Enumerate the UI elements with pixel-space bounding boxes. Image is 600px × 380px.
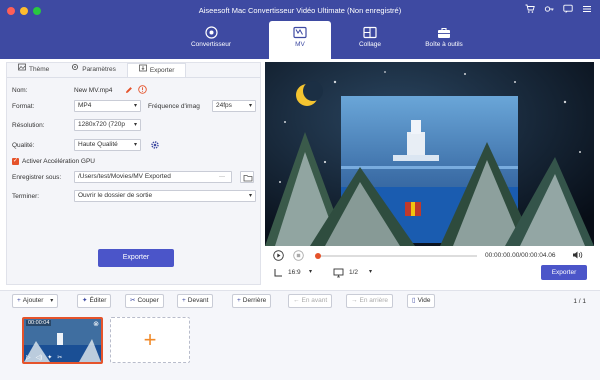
- arrow-left-icon: ←: [293, 297, 300, 304]
- title-bar: Aiseesoft Mac Convertisseur Vidéo Ultima…: [0, 0, 600, 21]
- aspect-ratio-icon: [273, 268, 283, 280]
- add-button[interactable]: + Ajouter ▾: [12, 294, 59, 308]
- scissors-icon: ✂: [130, 297, 136, 304]
- clip-duration: 00:00:04: [26, 320, 52, 326]
- close-icon[interactable]: ⊗: [93, 320, 99, 328]
- subtab-theme[interactable]: Thème: [7, 63, 60, 77]
- export-settings-panel: Thème Paramètres Exporter Nom: New MV.mp…: [6, 62, 261, 285]
- player-controls: 00:00:00.00/00:00:04.06 16:9 ▾ 1/2 ▾ Exp…: [265, 246, 594, 285]
- save-label: Enregistrer sous:: [12, 174, 62, 181]
- chevron-down-icon: ▾: [248, 103, 252, 109]
- time-display: 00:00:00.00/00:00:04.06: [485, 252, 556, 259]
- tab-boite-a-outils[interactable]: Boîte à outils: [409, 21, 479, 59]
- chevron-down-icon[interactable]: ▾: [309, 268, 312, 275]
- titlebar-icons: [525, 4, 592, 16]
- tab-collage[interactable]: Collage: [339, 21, 401, 59]
- subtab-parametres[interactable]: Paramètres: [60, 63, 127, 77]
- app-title: Aiseesoft Mac Convertisseur Vidéo Ultima…: [198, 6, 402, 15]
- resolution-label: Résolution:: [12, 122, 45, 129]
- plus-icon: +: [182, 297, 186, 304]
- stop-icon[interactable]: [293, 250, 304, 263]
- volume-icon[interactable]: ◁): [36, 354, 43, 361]
- fps-label: Fréquence d'imag: [148, 103, 200, 110]
- browse-more-button[interactable]: ···: [219, 172, 225, 182]
- quality-select[interactable]: Haute Qualité ▾: [74, 139, 141, 151]
- plus-icon: +: [237, 297, 241, 304]
- timeline: 00:00:04 ⊗ ▷ ◁) ✦ ✂ +: [0, 312, 600, 380]
- info-icon[interactable]: [138, 85, 147, 96]
- back-button[interactable]: + Derrière: [232, 294, 272, 308]
- clip-toolbar: + Ajouter ▾ ✦ Éditer ✂ Couper + Devant + Derr…: [0, 290, 600, 312]
- scissors-icon[interactable]: ✂: [57, 354, 62, 361]
- key-icon[interactable]: [544, 4, 554, 16]
- progress-track[interactable]: [315, 253, 477, 259]
- export-button[interactable]: Exporter: [98, 249, 174, 267]
- wand-icon[interactable]: ✦: [47, 354, 52, 361]
- tab-convertisseur[interactable]: Convertisseur: [180, 21, 242, 59]
- wand-icon: ✦: [82, 297, 88, 304]
- aspect-ratio-value[interactable]: 16:9: [288, 269, 301, 276]
- volume-icon[interactable]: [572, 250, 583, 262]
- progress-handle[interactable]: [315, 253, 321, 259]
- chevron-down-icon: ▾: [248, 193, 252, 199]
- convert-icon: [180, 26, 242, 41]
- panel-subtabs: Thème Paramètres Exporter: [7, 63, 260, 78]
- edit-button[interactable]: ✦ Éditer: [77, 294, 112, 308]
- gpu-checkbox[interactable]: ✓: [12, 158, 19, 165]
- finish-label: Terminer:: [12, 193, 40, 200]
- theme-icon: [18, 63, 26, 77]
- chevron-down-icon[interactable]: ▾: [369, 268, 372, 275]
- mv-icon: [269, 26, 331, 41]
- gear-icon[interactable]: [150, 140, 160, 152]
- cart-icon[interactable]: [525, 4, 535, 16]
- front-button[interactable]: + Devant: [177, 294, 214, 308]
- trash-icon: ▯: [412, 297, 416, 304]
- folder-icon[interactable]: [240, 171, 254, 183]
- backward-button: → En arrière: [346, 294, 394, 308]
- chevron-down-icon: ▾: [133, 142, 137, 148]
- preview-scene: [265, 62, 594, 246]
- plus-icon: +: [17, 297, 21, 304]
- main-nav: Convertisseur MV Collage Boîte à outils: [0, 21, 600, 60]
- name-value[interactable]: New MV.mp4: [74, 87, 112, 94]
- arrow-right-icon: →: [351, 297, 358, 304]
- collage-icon: [339, 26, 401, 41]
- export-preview-button[interactable]: Exporter: [541, 265, 587, 280]
- name-label: Nom:: [12, 87, 28, 94]
- play-icon[interactable]: [273, 250, 284, 263]
- menu-icon[interactable]: [582, 4, 592, 16]
- chevron-down-icon: ▾: [133, 122, 137, 128]
- format-label: Format:: [12, 103, 35, 110]
- page-count: 1 / 1: [573, 298, 586, 305]
- empty-button[interactable]: ▯ Vide: [407, 294, 436, 308]
- export-icon: [138, 64, 147, 78]
- edit-name-icon[interactable]: [125, 86, 133, 96]
- screen-icon: [333, 268, 344, 280]
- quality-label: Qualité:: [12, 142, 35, 149]
- clip-thumbnail[interactable]: 00:00:04 ⊗ ▷ ◁) ✦ ✂: [22, 317, 103, 364]
- gpu-label: Activer Accélération GPU: [22, 158, 95, 165]
- settings-icon: [71, 63, 79, 77]
- resolution-select[interactable]: 1280x720 (720p ▾: [74, 119, 141, 131]
- chevron-down-icon: ▾: [133, 103, 137, 109]
- screen-page[interactable]: 1/2: [349, 269, 358, 276]
- forward-button: ← En avant: [288, 294, 333, 308]
- chevron-down-icon: ▾: [50, 298, 54, 304]
- tab-mv[interactable]: MV: [269, 21, 331, 60]
- finish-select[interactable]: Ouvrir le dossier de sortie ▾: [74, 190, 256, 202]
- subtab-exporter[interactable]: Exporter: [126, 63, 187, 78]
- fps-select[interactable]: 24fps ▾: [212, 100, 256, 112]
- plus-icon: +: [143, 327, 157, 352]
- save-path-field[interactable]: /Users/test/Movies/MV Exported ···: [74, 171, 232, 183]
- play-icon[interactable]: ▷: [26, 354, 31, 361]
- add-clip-button[interactable]: +: [110, 317, 190, 363]
- cut-button[interactable]: ✂ Couper: [125, 294, 164, 308]
- video-preview: [265, 62, 594, 246]
- chat-icon[interactable]: [563, 4, 573, 16]
- toolbox-icon: [409, 26, 479, 41]
- format-select[interactable]: MP4 ▾: [74, 100, 141, 112]
- clip-actions: ▷ ◁) ✦ ✂: [26, 354, 62, 361]
